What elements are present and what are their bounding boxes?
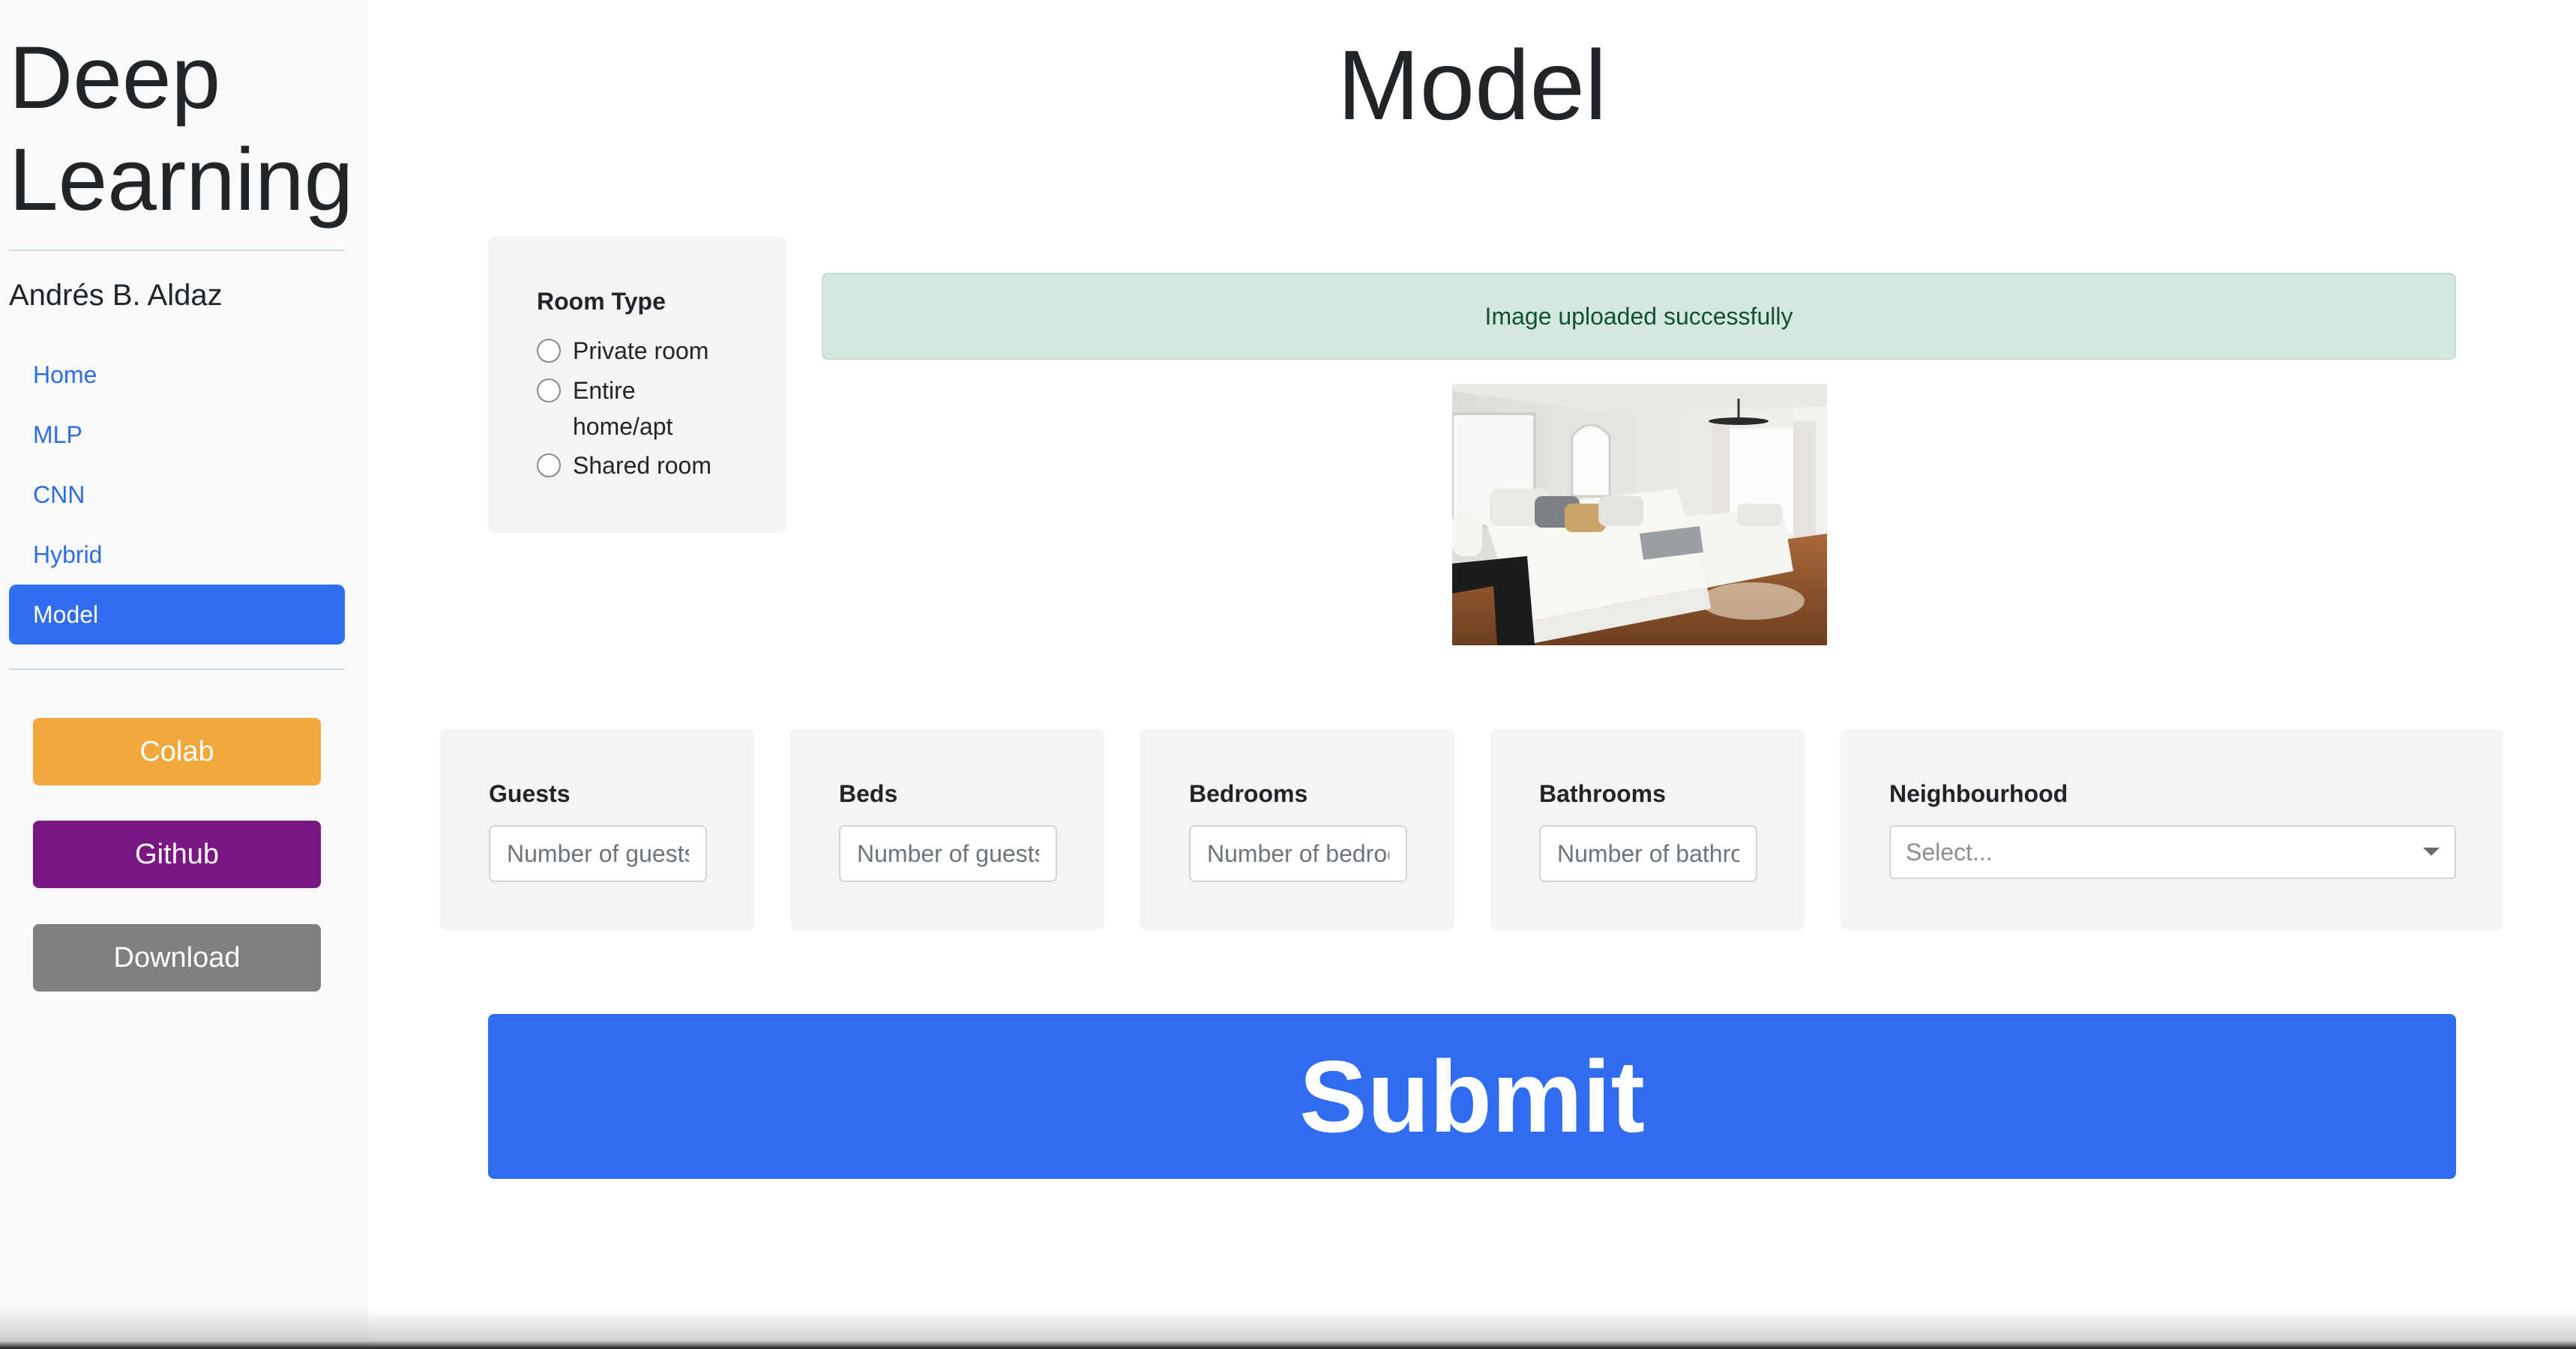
nav-item-home[interactable]: Home <box>9 345 345 405</box>
radio-button[interactable] <box>537 453 561 477</box>
author-name: Andrés B. Aldaz <box>9 279 223 312</box>
bedrooms-label: Bedrooms <box>1189 780 1308 807</box>
brand-title: Deep Learning <box>9 27 353 231</box>
radio-button[interactable] <box>537 378 561 402</box>
bathrooms-panel: Bathrooms <box>1490 729 1805 930</box>
chevron-down-icon[interactable] <box>2423 848 2440 856</box>
nav-item-hybrid[interactable]: Hybrid <box>9 525 345 585</box>
sidebar-divider-bottom <box>9 669 345 670</box>
nav-item-mlp[interactable]: MLP <box>9 405 345 465</box>
brand-line-2: Learning <box>9 130 354 229</box>
nav-item-model[interactable]: Model <box>9 585 345 645</box>
radio-label: Shared room <box>573 452 711 479</box>
window-bottom-edge <box>0 1308 2576 1349</box>
radio-button[interactable] <box>537 339 561 363</box>
guests-input[interactable] <box>489 825 707 882</box>
brand-line-1: Deep <box>9 28 221 127</box>
github-button[interactable]: Github <box>33 821 321 888</box>
colab-button[interactable]: Colab <box>33 718 321 785</box>
neighbourhood-panel: Neighbourhood Select... <box>1841 729 2503 930</box>
beds-label: Beds <box>839 780 898 807</box>
page-title: Model <box>1337 30 1607 140</box>
sidebar-nav: Home MLP CNN Hybrid Model <box>9 345 345 645</box>
beds-panel: Beds <box>790 729 1104 930</box>
bedrooms-input[interactable] <box>1189 825 1407 882</box>
uploaded-room-image <box>1452 384 1827 645</box>
neighbourhood-label: Neighbourhood <box>1889 780 2068 807</box>
radio-label: Private room <box>573 337 709 364</box>
sidebar: Deep Learning Andrés B. Aldaz Home MLP C… <box>0 0 368 1349</box>
guests-label: Guests <box>489 780 571 807</box>
nav-item-cnn[interactable]: CNN <box>9 465 345 525</box>
beds-input[interactable] <box>839 825 1057 882</box>
radio-private-room[interactable]: Private room <box>537 333 738 369</box>
guests-panel: Guests <box>440 729 754 930</box>
sidebar-divider-top <box>9 250 345 251</box>
radio-label: Entire home/apt <box>573 377 673 440</box>
room-type-label: Room Type <box>537 288 666 315</box>
download-button[interactable]: Download <box>33 924 321 992</box>
upload-success-alert: Image uploaded successfully <box>822 273 2456 360</box>
submit-button[interactable]: Submit <box>488 1014 2456 1179</box>
neighbourhood-select[interactable]: Select... <box>1889 825 2456 879</box>
neighbourhood-select-placeholder: Select... <box>1906 839 1993 866</box>
radio-shared-room[interactable]: Shared room <box>537 447 738 483</box>
bedrooms-panel: Bedrooms <box>1140 729 1454 930</box>
radio-entire-home[interactable]: Entire home/apt <box>537 372 723 444</box>
bathrooms-label: Bathrooms <box>1539 780 1666 807</box>
bathrooms-input[interactable] <box>1539 825 1757 882</box>
